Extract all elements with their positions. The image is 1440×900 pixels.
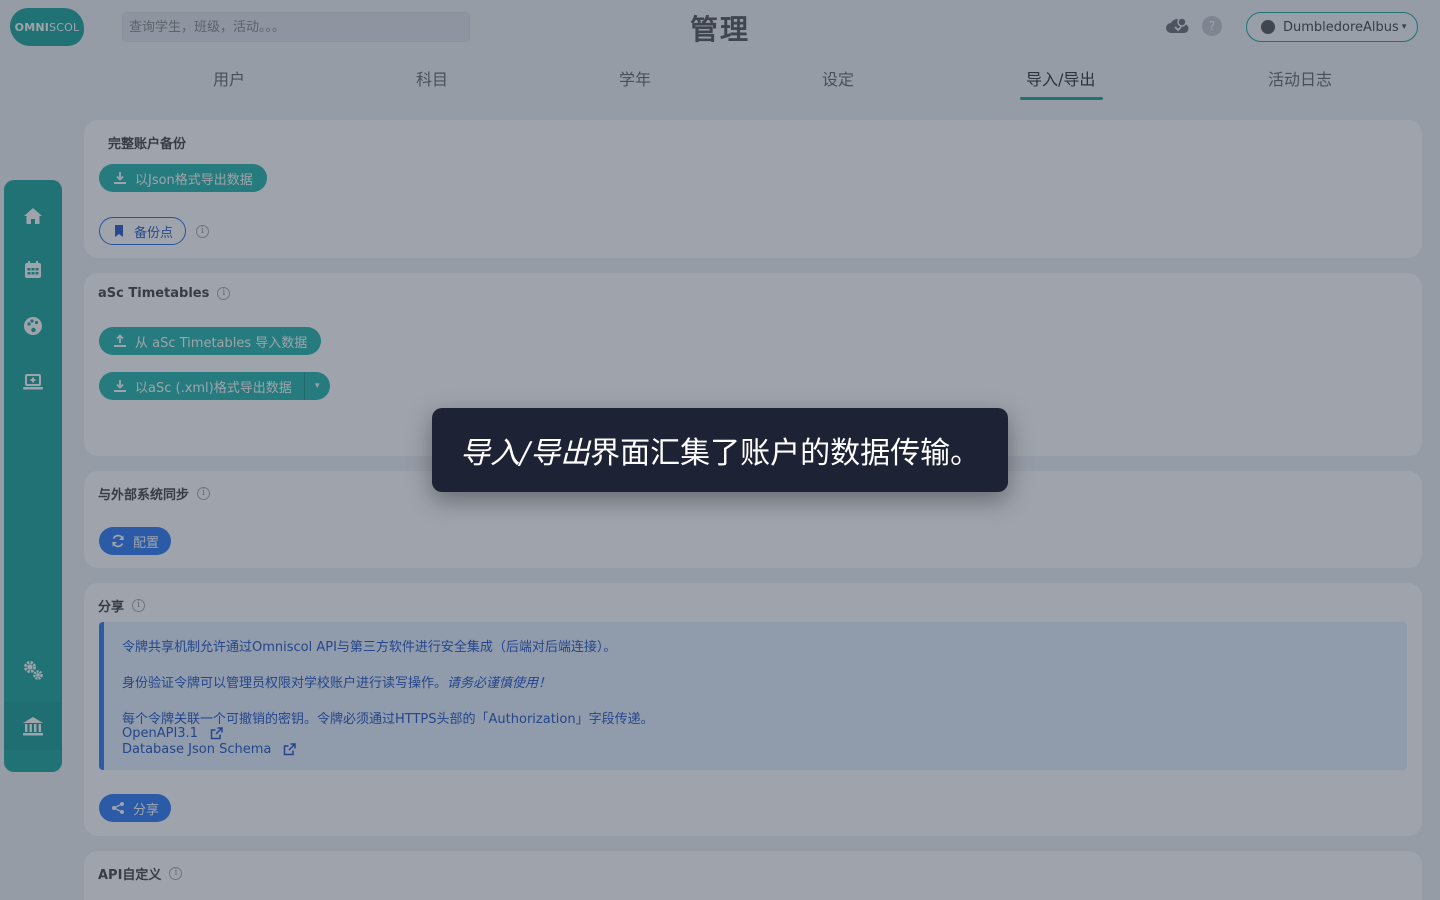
tooltip-emphasis: 导入/导出 bbox=[460, 436, 591, 471]
tooltip-text: 界面汇集了账户的数据传输。 bbox=[590, 436, 981, 471]
tour-tooltip: 导入/导出 界面汇集了账户的数据传输。 bbox=[432, 408, 1008, 492]
